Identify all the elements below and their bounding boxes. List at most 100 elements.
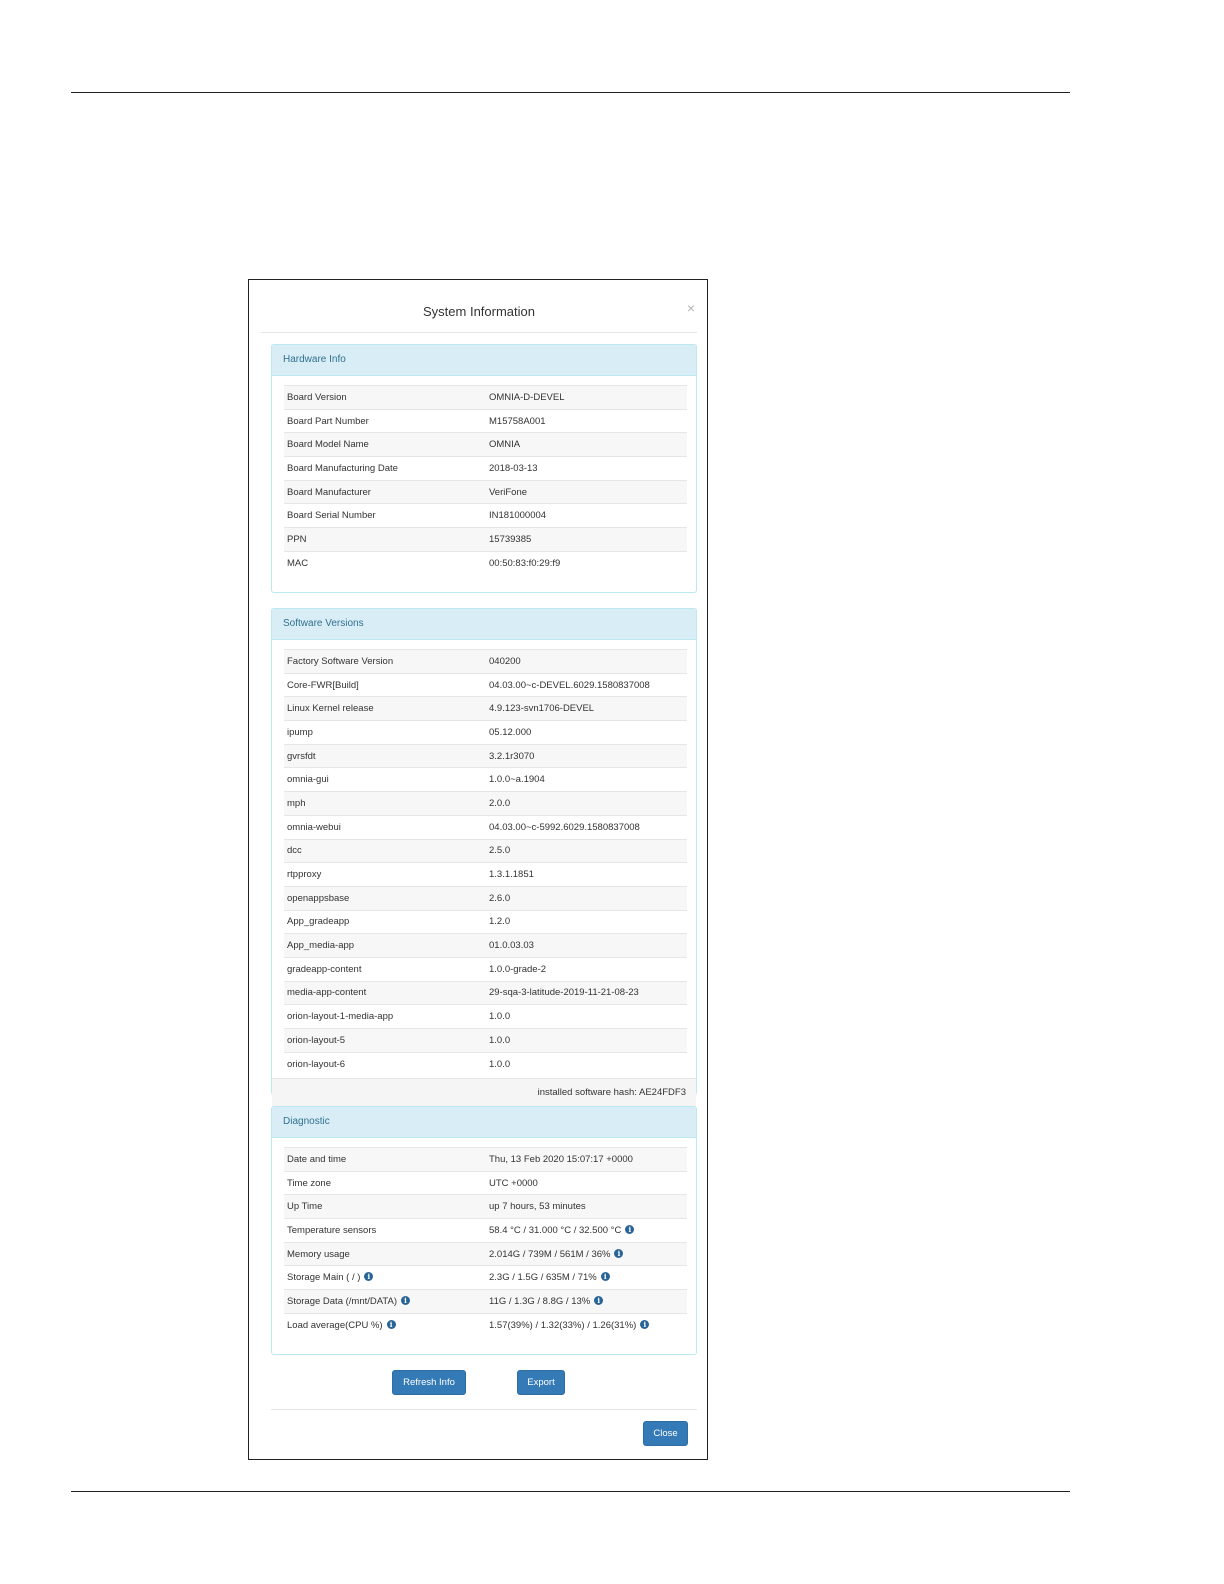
row-label-text: App_gradeapp (287, 916, 350, 928)
table-row: gradeapp-content 1.0.0-grade-2 (284, 956, 687, 982)
row-value: 1.0.0~a.1904 (486, 767, 687, 792)
system-information-dialog: System Information × Hardware Info Board… (248, 279, 708, 1460)
row-label-text: Board Model Name (287, 439, 369, 451)
info-circle-icon[interactable]: i (640, 1319, 650, 1329)
software-versions-heading: Software Versions (272, 609, 696, 640)
table-row: orion-layout-1-media-app 1.0.0 (284, 1004, 687, 1029)
refresh-info-button[interactable]: Refresh Info (392, 1370, 466, 1395)
row-value-text: 1.0.0-grade-2 (489, 963, 547, 975)
page-top-rule (71, 92, 1070, 93)
table-row: PPN 15739385 (284, 527, 687, 552)
row-value-text: IN181000004 (489, 510, 547, 522)
row-label-text: Board Serial Number (287, 510, 376, 522)
row-label: Factory Software Version (284, 649, 486, 674)
row-value-text: 1.0.0 (489, 1058, 511, 1070)
row-value-text: 1.57(39%) / 1.32(33%) / 1.26(31%) (489, 1319, 637, 1331)
row-label: orion-layout-5 (284, 1028, 486, 1053)
hardware-info-heading: Hardware Info (272, 345, 696, 376)
row-label: Board Part Number (284, 408, 486, 433)
table-row: Storage Main ( / ) i 2.3G / 1.5G / 635M / … (284, 1265, 687, 1290)
info-circle-icon[interactable]: i (594, 1295, 604, 1305)
row-label: App_media-app (284, 933, 486, 958)
row-value: 05.12.000 (486, 720, 687, 745)
close-button[interactable]: Close (643, 1421, 688, 1446)
row-label-text: ipump (287, 726, 313, 738)
table-row: Board Part Number M15758A001 (284, 408, 687, 433)
row-value: 1.0.0 (486, 1051, 687, 1076)
software-versions-panel: Software Versions Factory Software Versi… (271, 608, 697, 1108)
row-value: 2.5.0 (486, 838, 687, 863)
row-value-text: 4.9.123-svn1706-DEVEL (489, 703, 595, 715)
row-value-text: OMNIA (489, 439, 521, 451)
row-label-text: Storage Data (/mnt/DATA) (287, 1295, 397, 1307)
table-row: Board Serial Number IN181000004 (284, 503, 687, 528)
row-label: orion-layout-1-media-app (284, 1004, 486, 1029)
row-value: 040200 (486, 649, 687, 674)
table-row: mph 2.0.0 (284, 791, 687, 816)
row-value: 2.0.0 (486, 791, 687, 816)
info-circle-icon[interactable]: i (364, 1272, 374, 1282)
row-label-text: gvrsfdt (287, 750, 316, 762)
table-row: rtpproxy 1.3.1.1851 (284, 862, 687, 887)
row-value-text: 01.0.03.03 (489, 940, 534, 952)
row-label-text: Factory Software Version (287, 655, 394, 667)
row-label-text: App_media-app (287, 940, 355, 952)
dialog-header: System Information × (261, 280, 697, 333)
info-circle-icon[interactable]: i (401, 1295, 410, 1305)
table-row: openappsbase 2.6.0 (284, 885, 687, 911)
info-circle-icon[interactable]: i (625, 1224, 635, 1234)
row-label: Board Serial Number (284, 503, 486, 528)
export-button[interactable]: Export (517, 1370, 565, 1395)
row-value: 1.57(39%) / 1.32(33%) / 1.26(31%) i (486, 1312, 687, 1337)
row-label: openappsbase (284, 885, 486, 911)
row-value-text: 1.0.0~a.1904 (489, 774, 545, 786)
table-row: Core-FWR[Build] 04.03.00~c-DEVEL.6029.158… (284, 672, 687, 697)
row-label-text: PPN (287, 533, 307, 545)
row-label: Linux Kernel release (284, 696, 486, 721)
row-value: Thu, 13 Feb 2020 15:07:17 +0000 (486, 1147, 687, 1172)
row-label: Board Manufacturer (284, 479, 486, 504)
table-row: Board Manufacturer VeriFone (284, 479, 687, 504)
info-circle-icon[interactable]: i (614, 1248, 624, 1258)
row-label-text: orion-layout-5 (287, 1034, 346, 1046)
table-row: gvrsfdt 3.2.1r3070 (284, 743, 687, 768)
row-label: PPN (284, 527, 486, 552)
row-label-text: Board Part Number (287, 415, 369, 427)
row-label-text: Board Manufacturing Date (287, 462, 398, 474)
row-label-text: openappsbase (287, 892, 350, 904)
row-label-text: Board Manufacturer (287, 486, 371, 498)
row-label-text: MAC (287, 557, 309, 569)
row-value-text: 2.0.0 (489, 797, 511, 809)
row-value: UTC +0000 (486, 1170, 687, 1195)
close-icon[interactable]: × (687, 300, 695, 316)
diagnostic-table: Date and time Thu, 13 Feb 2020 15:07:17 +… (284, 1147, 687, 1337)
info-circle-icon[interactable]: i (600, 1272, 610, 1282)
row-label-text: Up Time (287, 1201, 323, 1213)
row-label: mph (284, 791, 486, 816)
row-value: 15739385 (486, 527, 687, 552)
row-label-text: omnia-webui (287, 821, 341, 833)
row-value-text: 1.3.1.1851 (489, 869, 534, 881)
row-value-text: 2.014G / 739M / 561M / 36% (489, 1248, 611, 1260)
row-value: VeriFone (486, 479, 687, 504)
row-label: Board Version (284, 385, 486, 410)
row-label-text: gradeapp-content (287, 963, 362, 975)
row-label: Storage Main ( / ) i (284, 1265, 486, 1290)
diagnostic-heading: Diagnostic (272, 1107, 696, 1138)
info-circle-icon[interactable]: i (386, 1319, 396, 1329)
row-value: up 7 hours, 53 minutes (486, 1194, 687, 1219)
table-row: ipump 05.12.000 (284, 720, 687, 745)
row-value: 11G / 1.3G / 8.8G / 13% i (486, 1289, 687, 1314)
row-value: 3.2.1r3070 (486, 743, 687, 768)
table-row: omnia-webui 04.03.00~c-5992.6029.15808370… (284, 814, 687, 839)
table-row: Board Model Name OMNIA (284, 432, 687, 457)
row-value-text: 3.2.1r3070 (489, 750, 535, 762)
row-label: media-app-content (284, 980, 486, 1005)
row-value-text: 11G / 1.3G / 8.8G / 13% (489, 1295, 591, 1307)
row-label-text: Memory usage (287, 1248, 350, 1260)
row-label-text: rtpproxy (287, 869, 322, 881)
row-label-text: mph (287, 797, 306, 809)
table-row: Memory usage 2.014G / 739M / 561M / 36% i (284, 1241, 687, 1266)
table-row: media-app-content 29-sqa-3-latitude-2019-… (284, 980, 687, 1005)
installed-software-hash: installed software hash: AE24FDF3 (272, 1078, 696, 1108)
